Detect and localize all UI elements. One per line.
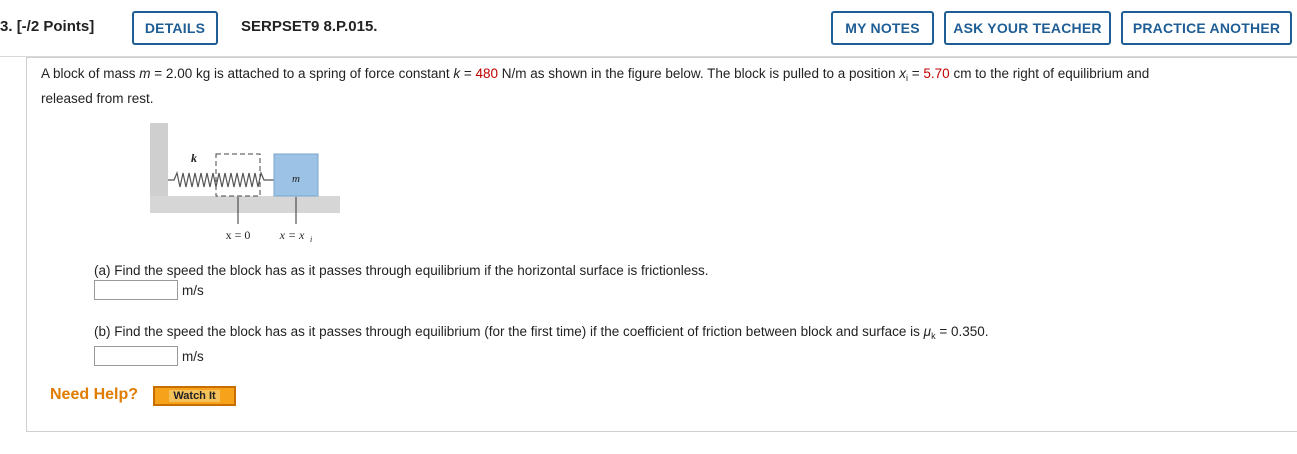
block-label: m [292,173,300,185]
part-a-answer-input[interactable] [94,280,178,300]
part-a-question: (a) Find the speed the block has as it p… [94,263,709,278]
problem-code: SERPSET9 8.P.015. [241,18,378,35]
my-notes-button[interactable]: MY NOTES [831,11,934,45]
question-number: 3. [0,18,13,35]
points-label: [-/2 Points] [16,18,95,35]
watch-it-button[interactable]: Watch It [153,386,236,406]
problem-statement-line2: released from rest. [41,91,154,106]
x-value: 5.70 [923,66,950,81]
equilibrium-label: x = 0 [226,228,251,242]
k-value: 480 [475,66,499,81]
xi-label-sub: i [310,235,312,244]
details-button[interactable]: DETAILS [132,11,218,45]
floor [150,196,340,213]
spring-block-figure: m k x = 0 x = x i [150,123,340,244]
problem-statement: A block of mass m = 2.00 kg is attached … [41,66,1150,83]
ask-teacher-button[interactable]: ASK YOUR TEACHER [944,11,1111,45]
part-b-question: (b) Find the speed the block has as it p… [94,324,989,341]
practice-another-button[interactable]: PRACTICE ANOTHER [1121,11,1292,45]
question-header: 3. [-/2 Points] [0,18,94,35]
need-help-label: Need Help? [50,386,139,403]
part-b-unit: m/s [182,349,204,364]
spring-icon [168,171,274,188]
xi-label: x = x [279,228,305,242]
part-a-unit: m/s [182,283,204,298]
spring-label: k [191,151,197,165]
part-b-answer-input[interactable] [94,346,178,366]
